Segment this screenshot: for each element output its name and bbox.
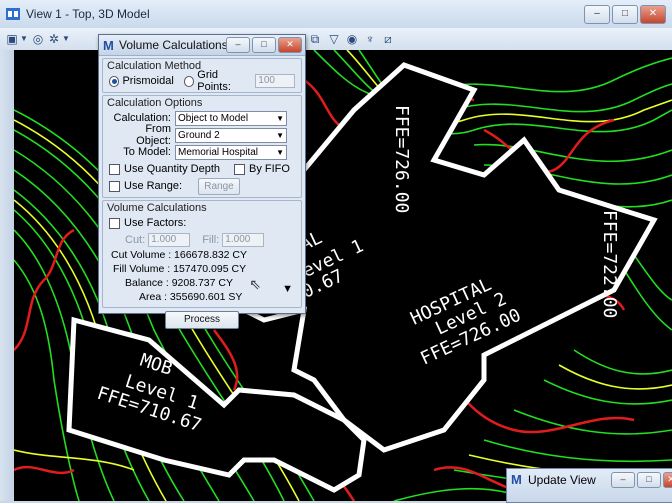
by-fifo-label: By FIFO bbox=[249, 163, 290, 175]
vertical-scrollbar[interactable] bbox=[0, 50, 15, 501]
maximize-button[interactable]: □ bbox=[612, 5, 638, 24]
update-view-title: Update View bbox=[528, 473, 596, 487]
expand-arrow-icon[interactable]: ▼ bbox=[282, 283, 293, 295]
from-object-value: Ground 2 bbox=[178, 129, 220, 141]
cut-volume-value: Cut Volume : 166678.832 CY bbox=[111, 249, 248, 261]
grid-points-radio[interactable] bbox=[183, 75, 195, 87]
use-range-label: Use Range: bbox=[124, 180, 183, 192]
dialog-titlebar[interactable]: M Volume Calculations – □ ✕ bbox=[99, 35, 305, 56]
prismoidal-radio[interactable] bbox=[109, 75, 120, 87]
minimize-button[interactable]: – bbox=[584, 5, 610, 24]
volume-calculations-group: Volume Calculations Use Factors: Cut: 1.… bbox=[102, 200, 302, 308]
dropdown-icon[interactable]: ▼ bbox=[20, 31, 28, 47]
prismoidal-label: Prismoidal bbox=[122, 75, 174, 87]
volume-calculations-title: Volume Calculations bbox=[107, 202, 207, 214]
view-icon bbox=[6, 8, 20, 20]
grid-points-input[interactable]: 100 bbox=[255, 74, 295, 88]
dropdown-icon[interactable]: ▼ bbox=[62, 31, 70, 47]
view-title: View 1 - Top, 3D Model bbox=[26, 7, 150, 21]
update-view-minimize-button[interactable]: – bbox=[611, 472, 635, 488]
process-button[interactable]: Process bbox=[165, 311, 239, 329]
ffe-722-label: FFE=722.00 bbox=[599, 210, 620, 318]
use-factors-checkbox[interactable] bbox=[109, 217, 120, 229]
from-object-select[interactable]: Ground 2 ▼ bbox=[175, 127, 287, 143]
volume-calculations-dialog: M Volume Calculations – □ ✕ Calculation … bbox=[98, 34, 306, 329]
ffe-726-label: FFE=726.00 bbox=[391, 105, 412, 213]
element-display-icon[interactable]: ⧄ bbox=[380, 31, 396, 47]
fill-factor-label: Fill: bbox=[202, 234, 220, 246]
range-button[interactable]: Range bbox=[198, 177, 240, 195]
rotate-view-icon[interactable]: ◎ bbox=[30, 31, 46, 47]
mouse-cursor-icon: ⇖ bbox=[249, 276, 261, 292]
by-fifo-checkbox[interactable] bbox=[234, 163, 245, 175]
from-object-label: From Object: bbox=[136, 123, 171, 147]
chevron-down-icon: ▼ bbox=[276, 113, 284, 123]
update-view-close-button[interactable]: ✕ bbox=[663, 472, 672, 488]
use-range-checkbox[interactable] bbox=[109, 180, 120, 192]
to-model-label: To Model: bbox=[123, 146, 171, 158]
display-style-icon[interactable]: ✲ bbox=[46, 31, 62, 47]
area-value: Area : 355690.601 SY bbox=[139, 291, 243, 303]
cut-factor-input[interactable]: 1.000 bbox=[148, 233, 191, 247]
calculation-options-title: Calculation Options bbox=[107, 97, 203, 109]
update-view-window: M Update View – □ ✕ bbox=[506, 468, 672, 503]
update-view-maximize-button[interactable]: □ bbox=[637, 472, 661, 488]
clip-volume-icon[interactable]: ▽ bbox=[326, 31, 342, 47]
dialog-minimize-button[interactable]: – bbox=[226, 37, 250, 53]
calculation-select[interactable]: Object to Model ▼ bbox=[175, 110, 287, 126]
view-attributes-icon[interactable]: ▣ bbox=[4, 31, 20, 47]
fill-factor-input[interactable]: 1.000 bbox=[222, 233, 265, 247]
to-model-select[interactable]: Memorial Hospital ▼ bbox=[175, 144, 287, 160]
fit-view-icon[interactable]: ⧉ bbox=[307, 31, 323, 47]
dialog-close-button[interactable]: ✕ bbox=[278, 37, 302, 53]
calculation-method-group: Calculation Method Prismoidal Grid Point… bbox=[102, 58, 302, 93]
dialog-maximize-button[interactable]: □ bbox=[252, 37, 276, 53]
render-icon[interactable]: ♆ bbox=[362, 31, 378, 47]
fill-volume-value: Fill Volume : 157470.095 CY bbox=[113, 263, 247, 275]
calculation-options-group: Calculation Options Calculation: Object … bbox=[102, 95, 302, 198]
calculation-value: Object to Model bbox=[178, 112, 249, 124]
update-view-app-icon: M bbox=[511, 472, 522, 487]
dialog-app-icon: M bbox=[103, 38, 114, 53]
use-factors-label: Use Factors: bbox=[124, 217, 187, 229]
view-titlebar[interactable]: View 1 - Top, 3D Model – □ ✕ bbox=[0, 0, 672, 29]
grid-points-label: Grid Points: bbox=[197, 69, 231, 93]
chevron-down-icon: ▼ bbox=[276, 147, 284, 157]
cut-factor-label: Cut: bbox=[125, 234, 146, 246]
dialog-title: Volume Calculations bbox=[119, 38, 228, 52]
chevron-down-icon: ▼ bbox=[276, 130, 284, 140]
use-quantity-depth-checkbox[interactable] bbox=[109, 163, 120, 175]
balance-value: Balance : 9208.737 CY bbox=[125, 277, 233, 289]
to-model-value: Memorial Hospital bbox=[178, 146, 259, 158]
camera-icon[interactable]: ◉ bbox=[344, 31, 360, 47]
close-button[interactable]: ✕ bbox=[640, 5, 666, 24]
use-quantity-depth-label: Use Quantity Depth bbox=[124, 163, 220, 175]
